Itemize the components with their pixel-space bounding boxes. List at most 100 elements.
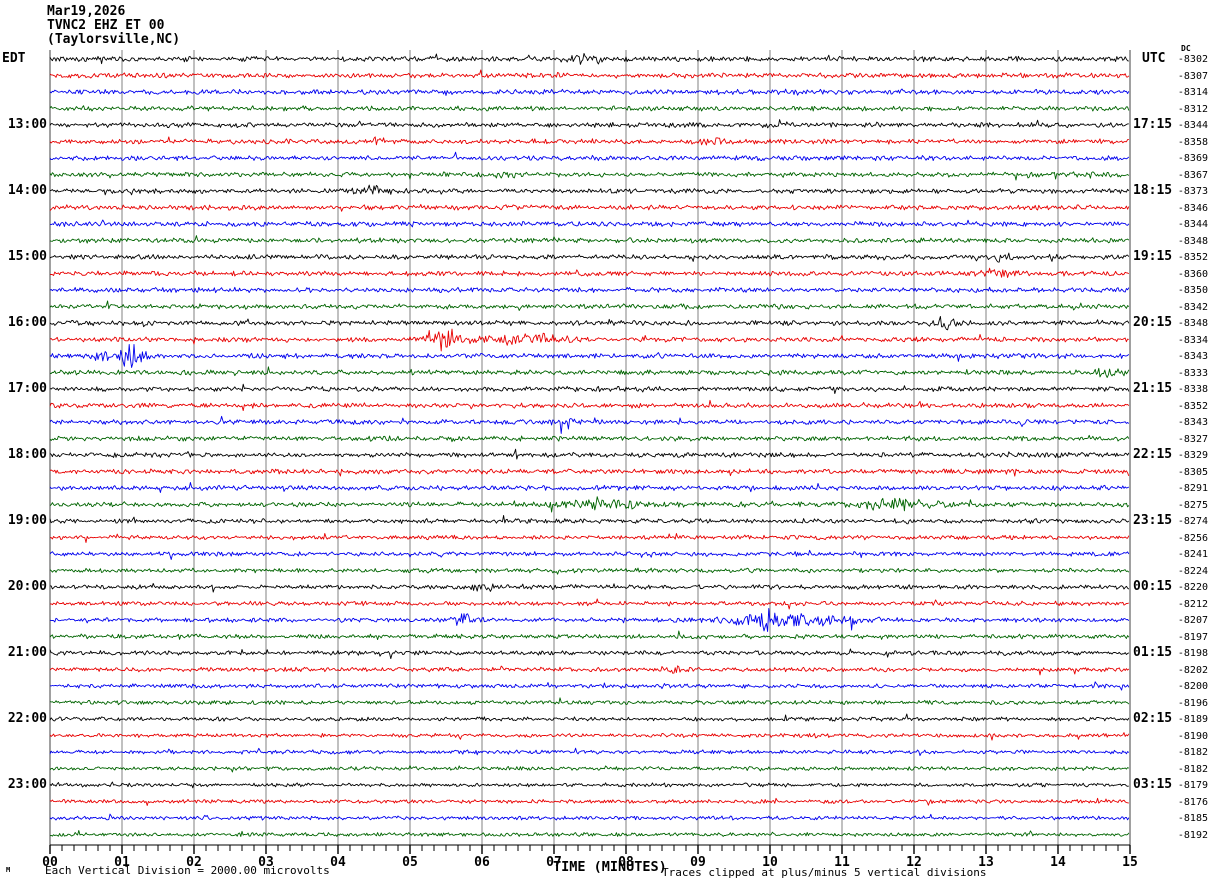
- trace-row-43: [49, 747, 1130, 757]
- trace-row-3: [49, 88, 1130, 96]
- trace-row-41: [49, 713, 1130, 722]
- minute-gridlines: [121, 50, 1059, 845]
- dc-value-row-20: -8333: [1177, 367, 1208, 379]
- trace-row-47: [49, 813, 1130, 821]
- dc-value-row-30: -8256: [1177, 532, 1208, 544]
- trace-row-38: [49, 665, 1130, 676]
- trace-row-26: [49, 468, 1130, 477]
- trace-row-14: [49, 267, 1130, 278]
- trace-row-15: [49, 286, 1130, 294]
- helicorder-plot: [49, 50, 1131, 854]
- trace-row-6: [49, 136, 1129, 146]
- dc-value-row-38: -8202: [1177, 664, 1208, 676]
- trace-row-37: [49, 648, 1130, 660]
- edt-label-19:00: 19:00: [7, 513, 47, 528]
- dc-value-row-5: -8344: [1177, 120, 1208, 131]
- dc-value-row-7: -8369: [1177, 153, 1208, 164]
- dc-value-row-43: -8182: [1177, 747, 1208, 758]
- trace-row-4: [49, 105, 1130, 112]
- dc-value-row-39: -8200: [1177, 681, 1208, 692]
- trace-row-22: [49, 399, 1130, 412]
- dc-value-row-26: -8305: [1177, 466, 1208, 478]
- dc-value-row-33: -8220: [1177, 582, 1208, 593]
- trace-row-11: [49, 219, 1130, 228]
- dc-value-row-46: -8176: [1177, 796, 1208, 808]
- minute-tick-label-05: 05: [402, 855, 418, 870]
- edt-label-21:00: 21:00: [7, 645, 47, 660]
- trace-row-23: [49, 415, 1130, 434]
- trace-row-44: [49, 765, 1130, 773]
- scale-note: Each Vertical Division = 2000.00 microvo…: [45, 864, 330, 877]
- trace-row-17: [49, 315, 1130, 331]
- trace-row-40: [49, 697, 1130, 706]
- dc-value-row-27: -8291: [1177, 483, 1208, 494]
- edt-label-23:00: 23:00: [7, 777, 47, 792]
- utc-label-21:15: 21:15: [1133, 381, 1173, 396]
- webicorder-page: { "header": { "date": "Mar19,2026", "sta…: [0, 0, 1210, 886]
- trace-row-2: [49, 69, 1130, 79]
- dc-value-row-15: -8350: [1177, 285, 1208, 296]
- dc-value-row-34: -8212: [1177, 598, 1208, 610]
- trace-row-21: [49, 383, 1130, 395]
- dc-value-row-16: -8342: [1177, 301, 1208, 313]
- dc-value-row-8: -8367: [1177, 169, 1208, 181]
- dc-value-row-32: -8224: [1177, 565, 1208, 577]
- dc-value-row-45: -8179: [1177, 780, 1208, 791]
- utc-label-01:15: 01:15: [1133, 645, 1173, 660]
- utc-label-03:15: 03:15: [1133, 777, 1173, 792]
- trace-row-9: [49, 184, 1130, 196]
- dc-value-row-40: -8196: [1177, 697, 1208, 709]
- dc-value-row-3: -8314: [1177, 87, 1208, 98]
- edt-label-17:00: 17:00: [7, 381, 47, 396]
- trace-rows: [49, 52, 1130, 837]
- plot-borders: [49, 50, 1131, 845]
- trace-row-16: [49, 300, 1130, 311]
- dc-value-row-29: -8274: [1177, 516, 1208, 527]
- dc-value-row-13: -8352: [1177, 252, 1208, 263]
- dc-value-row-12: -8348: [1177, 235, 1208, 247]
- trace-row-31: [49, 549, 1130, 560]
- trace-row-46: [49, 797, 1129, 806]
- edt-label-14:00: 14:00: [7, 183, 47, 198]
- trace-row-19: [49, 344, 1130, 368]
- trace-row-8: [49, 171, 1130, 181]
- dc-value-row-23: -8343: [1177, 417, 1208, 428]
- trace-row-35: [49, 608, 1130, 632]
- logo-mark: M: [6, 866, 11, 874]
- trace-row-18: [49, 328, 1129, 352]
- dc-value-row-19: -8343: [1177, 351, 1208, 362]
- dc-value-row-14: -8360: [1177, 268, 1208, 280]
- dc-value-row-28: -8275: [1177, 499, 1208, 511]
- trace-row-27: [49, 482, 1130, 493]
- utc-label-02:15: 02:15: [1133, 711, 1173, 726]
- dc-value-row-10: -8346: [1177, 202, 1208, 214]
- trace-row-32: [49, 567, 1130, 575]
- dc-value-row-41: -8189: [1177, 714, 1208, 725]
- trace-row-1: [49, 52, 1129, 65]
- trace-row-48: [49, 830, 1130, 837]
- minute-tick-label-14: 14: [1050, 855, 1066, 870]
- edt-label-22:00: 22:00: [7, 711, 47, 726]
- edt-label-16:00: 16:00: [7, 315, 47, 330]
- dc-value-row-37: -8198: [1177, 648, 1208, 659]
- dc-value-row-24: -8327: [1177, 433, 1208, 445]
- trace-row-36: [49, 630, 1130, 641]
- utc-label-20:15: 20:15: [1133, 315, 1173, 330]
- trace-row-45: [49, 781, 1129, 789]
- dc-value-row-2: -8307: [1177, 70, 1208, 82]
- edt-label-13:00: 13:00: [7, 117, 47, 132]
- time-axis: [49, 844, 1131, 854]
- trace-row-20: [49, 366, 1130, 378]
- trace-row-33: [50, 582, 1130, 593]
- dc-value-row-47: -8185: [1177, 813, 1208, 824]
- trace-row-12: [49, 235, 1130, 244]
- trace-row-30: [49, 533, 1130, 543]
- edt-label-18:00: 18:00: [7, 447, 47, 462]
- dc-value-row-18: -8334: [1177, 334, 1208, 346]
- utc-label-18:15: 18:15: [1133, 183, 1173, 198]
- dc-value-row-31: -8241: [1177, 549, 1208, 560]
- trace-row-13: [49, 252, 1130, 263]
- trace-row-10: [49, 203, 1130, 212]
- dc-value-row-42: -8190: [1177, 730, 1208, 742]
- dc-value-row-11: -8344: [1177, 219, 1208, 230]
